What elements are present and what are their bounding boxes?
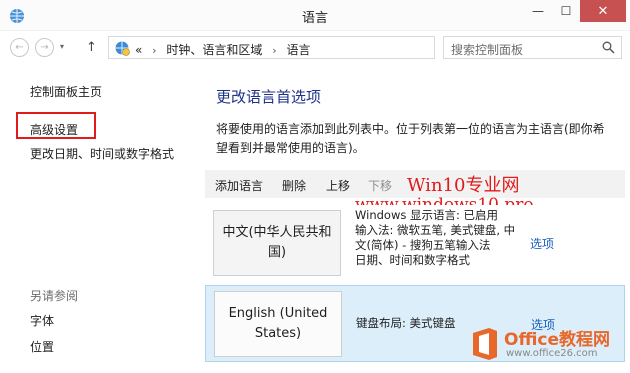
change-date-format-link[interactable]: 更改日期、时间或数字格式: [30, 145, 174, 162]
control-panel-home-link[interactable]: 控制面板主页: [30, 83, 102, 100]
office-logo-url: www.office26.com: [506, 348, 598, 359]
search-icon[interactable]: [602, 41, 615, 54]
move-down-button: 下移: [368, 179, 393, 193]
office-logo-icon: [473, 328, 497, 360]
breadcrumb-separator: ›: [272, 44, 277, 57]
office-logo-watermark: Office教程网 www.office26.com: [470, 325, 628, 371]
watermark-site-name: Win10专业网: [407, 175, 520, 196]
address-bar[interactable]: « › 时钟、语言和区域 › 语言: [108, 36, 435, 59]
language-info-line: Windows 显示语言: 已启用: [355, 208, 499, 222]
forward-button[interactable]: →: [35, 38, 54, 57]
search-placeholder: 搜索控制面板: [451, 43, 524, 57]
language-options-link[interactable]: 选项: [530, 235, 554, 252]
search-input[interactable]: 搜索控制面板: [443, 36, 622, 59]
minimize-button[interactable]: —: [524, 0, 552, 22]
breadcrumb-clock-language-region[interactable]: 时钟、语言和区域: [166, 43, 262, 57]
fonts-link[interactable]: 字体: [30, 312, 54, 329]
page-title: 更改语言首选项: [216, 88, 322, 106]
location-link[interactable]: 位置: [30, 338, 54, 355]
move-up-button[interactable]: 上移: [326, 177, 350, 194]
language-name-tile[interactable]: English (United States): [214, 291, 342, 357]
globe-clock-icon: [115, 41, 130, 56]
breadcrumb-separator: ›: [152, 44, 157, 57]
breadcrumb-language[interactable]: 语言: [286, 43, 310, 57]
left-pane: 控制面板主页 高级设置 更改日期、时间或数字格式 另请参阅 字体 位置: [0, 64, 200, 373]
delete-button[interactable]: 删除: [282, 177, 306, 194]
close-button[interactable]: ✕: [580, 0, 626, 22]
navigation-bar: ← → ▾ ↑ « › 时钟、语言和区域 › 语言 搜索控制面板: [0, 31, 630, 64]
see-also-heading: 另请参阅: [30, 289, 79, 303]
language-info-line: 输入法: 微软五笔, 美式键盘, 中文(简体) - 搜狗五笔输入法: [355, 223, 516, 252]
add-language-button[interactable]: 添加语言: [215, 177, 263, 194]
maximize-button[interactable]: ☐: [552, 0, 580, 22]
breadcrumb-overflow[interactable]: «: [135, 43, 142, 57]
title-bar: 语言 — ☐ ✕: [0, 0, 630, 31]
office-logo-text: Office教程网: [504, 330, 611, 350]
recent-locations-chevron-icon[interactable]: ▾: [60, 42, 64, 51]
language-name-tile[interactable]: 中文(中华人民共和国): [213, 210, 341, 276]
language-row[interactable]: 中文(中华人民共和国) Windows 显示语言: 已启用 输入法: 微软五笔,…: [205, 205, 625, 282]
highlight-box-advanced: [16, 112, 96, 139]
language-info: Windows 显示语言: 已启用 输入法: 微软五笔, 美式键盘, 中文(简体…: [355, 208, 525, 268]
breadcrumb: « › 时钟、语言和区域 › 语言: [135, 41, 311, 58]
back-button[interactable]: ←: [10, 38, 29, 57]
language-info-line: 日期、时间和数字格式: [355, 253, 470, 267]
page-description: 将要使用的语言添加到此列表中。位于列表第一位的语言为主语言(即你希望看到并最常使…: [216, 122, 605, 155]
up-button[interactable]: ↑: [86, 40, 97, 55]
